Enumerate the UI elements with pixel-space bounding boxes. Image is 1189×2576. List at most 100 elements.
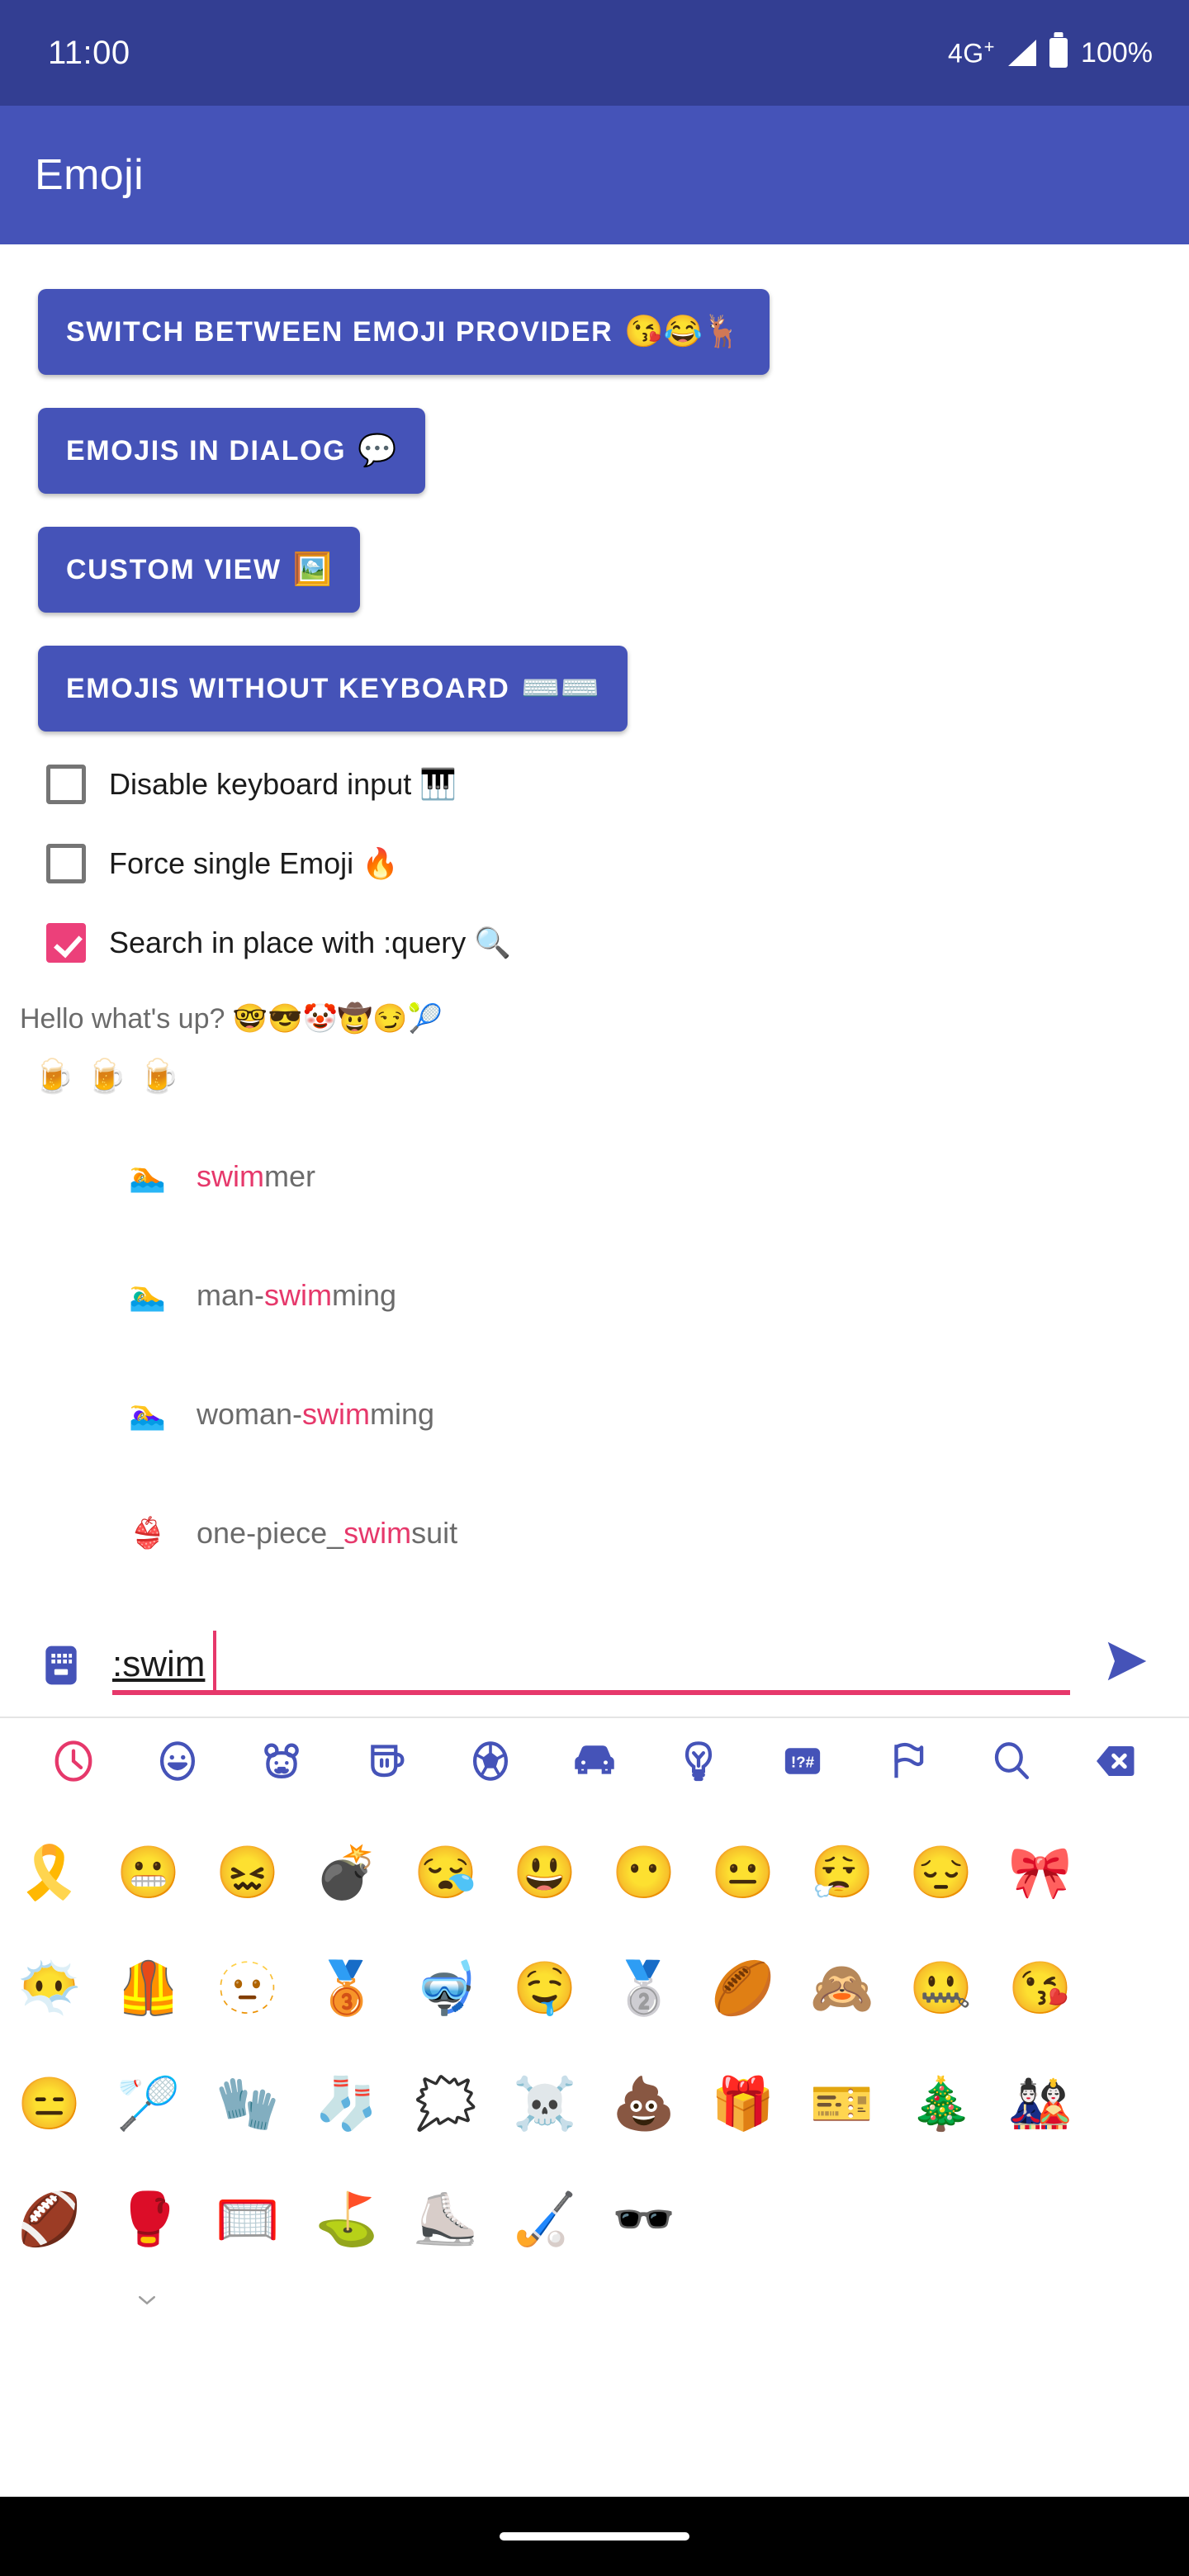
emoji-cell[interactable]: 😘 — [991, 1963, 1090, 2015]
button-emoji: 🖼️ — [292, 552, 332, 587]
search-in-place-checkbox[interactable]: Search in place with :query 🔍 — [46, 923, 1189, 963]
emoji-suggestion-list: 🏊 swimmer 🏊‍♂️ man-swimming 🏊‍♀️ woman-s… — [0, 1117, 1189, 1593]
emoji-cell[interactable]: 💩 — [594, 2079, 694, 2130]
tab-recent[interactable] — [21, 1718, 126, 1804]
emoji-cell[interactable]: ☠️ — [495, 2079, 594, 2130]
phone-screen: 11:00 4G+ 100% Emoji SWITCH BETWEEN EMOJ… — [0, 0, 1189, 2576]
emoji-cell[interactable]: 🙈 — [793, 1963, 892, 2015]
switch-emoji-provider-button[interactable]: SWITCH BETWEEN EMOJI PROVIDER 😘😂🦌 — [38, 289, 770, 375]
chevron-down-icon[interactable] — [0, 2278, 1189, 2323]
emoji-cell[interactable]: 😶 — [594, 1848, 694, 1899]
tab-food[interactable] — [334, 1718, 438, 1804]
emoji-cell[interactable]: 🤤 — [495, 1963, 594, 2015]
disable-keyboard-input-checkbox[interactable]: Disable keyboard input 🎹 — [46, 765, 1189, 804]
suggestion-label: woman-swimming — [197, 1397, 435, 1431]
emoji-cell[interactable]: 😃 — [495, 1848, 594, 1899]
list-item[interactable]: 🏊‍♀️ woman-swimming — [0, 1355, 1189, 1474]
list-item[interactable]: 🏊‍♂️ man-swimming — [0, 1236, 1189, 1355]
checkbox-box[interactable] — [46, 923, 86, 963]
status-bar: 11:00 4G+ 100% — [0, 0, 1189, 106]
status-clock: 11:00 — [48, 34, 130, 71]
main-content: SWITCH BETWEEN EMOJI PROVIDER 😘😂🦌 EMOJIS … — [0, 244, 1189, 2497]
emoji-cell[interactable]: 🏸 — [99, 2079, 198, 2130]
emoji-cell[interactable]: 😬 — [99, 1848, 198, 1899]
emoji-cell[interactable]: 🦺 — [99, 1963, 198, 2015]
custom-view-button[interactable]: CUSTOM VIEW 🖼️ — [38, 527, 360, 613]
tab-travel[interactable] — [542, 1718, 647, 1804]
emojis-without-keyboard-button[interactable]: EMOJIS WITHOUT KEYBOARD ⌨️⌨️ — [38, 646, 628, 732]
emoji-cell[interactable]: 🥉 — [297, 1963, 396, 2015]
emoji-cell[interactable]: 😶‍🌫️ — [0, 1963, 99, 2015]
emoji-cell[interactable]: 🎫 — [793, 2079, 892, 2130]
button-emoji: 💬 — [358, 433, 397, 468]
emoji-cell[interactable]: 🫥 — [198, 1963, 297, 2015]
tab-flags[interactable] — [855, 1718, 959, 1804]
emoji-row: 🎗️ 😬 😖 💣 😪 😃 😶 😐 😮‍💨 😔 🎀 — [0, 1816, 1189, 1931]
checkbox-label: Search in place with :query 🔍 — [109, 926, 512, 959]
emoji-row: 😶‍🌫️ 🦺 🫥 🥉 🤿 🤤 🥈 🏉 🙈 🤐 😘 — [0, 1931, 1189, 2047]
emoji-cell[interactable]: 🎗️ — [0, 1848, 99, 1899]
emoji-cell[interactable]: 😖 — [198, 1848, 297, 1899]
suggestion-emoji: 🏊 — [129, 1159, 166, 1193]
emojis-in-dialog-button[interactable]: EMOJIS IN DIALOG 💬 — [38, 408, 425, 494]
checkbox-label: Force single Emoji 🔥 — [109, 846, 399, 880]
emoji-cell[interactable]: 🕶️ — [594, 2195, 694, 2246]
emoji-cell[interactable]: 🧤 — [198, 2079, 297, 2130]
network-type-label: 4G+ — [947, 36, 996, 69]
tab-search[interactable] — [959, 1718, 1063, 1804]
emoji-category-tabs: !?# — [0, 1718, 1189, 1804]
emoji-cell[interactable]: 🏈 — [0, 2195, 99, 2246]
emoji-cell[interactable]: 🎄 — [892, 2079, 991, 2130]
suggestion-emoji: 🏊‍♂️ — [129, 1278, 166, 1312]
emoji-cell[interactable]: ⛳ — [297, 2195, 396, 2246]
svg-text:!?#: !?# — [791, 1754, 815, 1772]
send-icon[interactable] — [1100, 1636, 1154, 1687]
tab-objects[interactable] — [647, 1718, 751, 1804]
emoji-cell[interactable]: 🏉 — [694, 1963, 793, 2015]
emoji-cell[interactable]: 😮‍💨 — [793, 1848, 892, 1899]
sample-text-line: Hello what's up? 🤓😎🤡🤠😏🎾 — [20, 1003, 443, 1035]
emoji-cell[interactable]: ⛸️ — [396, 2195, 495, 2246]
emoji-row: 😑 🏸 🧤 🧦 🗯️ ☠️ 💩 🎁 🎫 🎄 🎎 — [0, 2047, 1189, 2162]
system-nav-bar — [0, 2497, 1189, 2576]
emoji-cell[interactable]: 😪 — [396, 1848, 495, 1899]
home-pill[interactable] — [500, 2532, 689, 2540]
emoji-cell[interactable]: 🎀 — [991, 1848, 1090, 1899]
checkbox-box[interactable] — [46, 765, 86, 804]
emoji-cell[interactable]: 🏑 — [495, 2195, 594, 2246]
battery-full-icon — [1049, 38, 1068, 68]
emoji-cell[interactable]: 🥊 — [99, 2195, 198, 2246]
force-single-emoji-checkbox[interactable]: Force single Emoji 🔥 — [46, 844, 1189, 883]
emoji-cell[interactable]: 💣 — [297, 1848, 396, 1899]
list-item[interactable]: 🏊 swimmer — [0, 1117, 1189, 1236]
tab-smileys[interactable] — [126, 1718, 230, 1804]
suggestion-emoji: 🏊‍♀️ — [129, 1397, 166, 1431]
emoji-cell[interactable]: 🗯️ — [396, 2079, 495, 2130]
tab-animals[interactable] — [230, 1718, 334, 1804]
button-emoji: 😘😂🦌 — [624, 315, 742, 349]
checkbox-label: Disable keyboard input 🎹 — [109, 767, 457, 801]
suggestion-label: man-swimming — [197, 1278, 397, 1312]
emoji-cell[interactable]: 🤐 — [892, 1963, 991, 2015]
emoji-cell[interactable]: 🥈 — [594, 1963, 694, 2015]
emoji-cell[interactable]: 😑 — [0, 2079, 99, 2130]
emoji-cell[interactable]: 😔 — [892, 1848, 991, 1899]
page-title: Emoji — [35, 151, 144, 199]
demo-button-stack: SWITCH BETWEEN EMOJI PROVIDER 😘😂🦌 EMOJIS … — [0, 244, 1189, 765]
list-item[interactable]: 👙 one-piece_swimsuit — [0, 1474, 1189, 1593]
tab-sports[interactable] — [438, 1718, 542, 1804]
suggestion-label: swimmer — [197, 1159, 315, 1193]
emoji-cell[interactable]: 🧦 — [297, 2079, 396, 2130]
keyboard-icon[interactable] — [38, 1642, 84, 1688]
message-input-field[interactable]: :swim — [112, 1629, 1070, 1695]
emoji-cell[interactable]: 🥅 — [198, 2195, 297, 2246]
emoji-cell[interactable]: 😐 — [694, 1848, 793, 1899]
tab-backspace[interactable] — [1063, 1718, 1168, 1804]
beer-emoji-line: 🍺🍺🍺 — [33, 1058, 192, 1095]
emoji-cell[interactable]: 🤿 — [396, 1963, 495, 2015]
signal-triangle-icon — [1008, 40, 1036, 66]
emoji-cell[interactable]: 🎎 — [991, 2079, 1090, 2130]
tab-symbols[interactable]: !?# — [751, 1718, 855, 1804]
checkbox-box[interactable] — [46, 844, 86, 883]
emoji-cell[interactable]: 🎁 — [694, 2079, 793, 2130]
